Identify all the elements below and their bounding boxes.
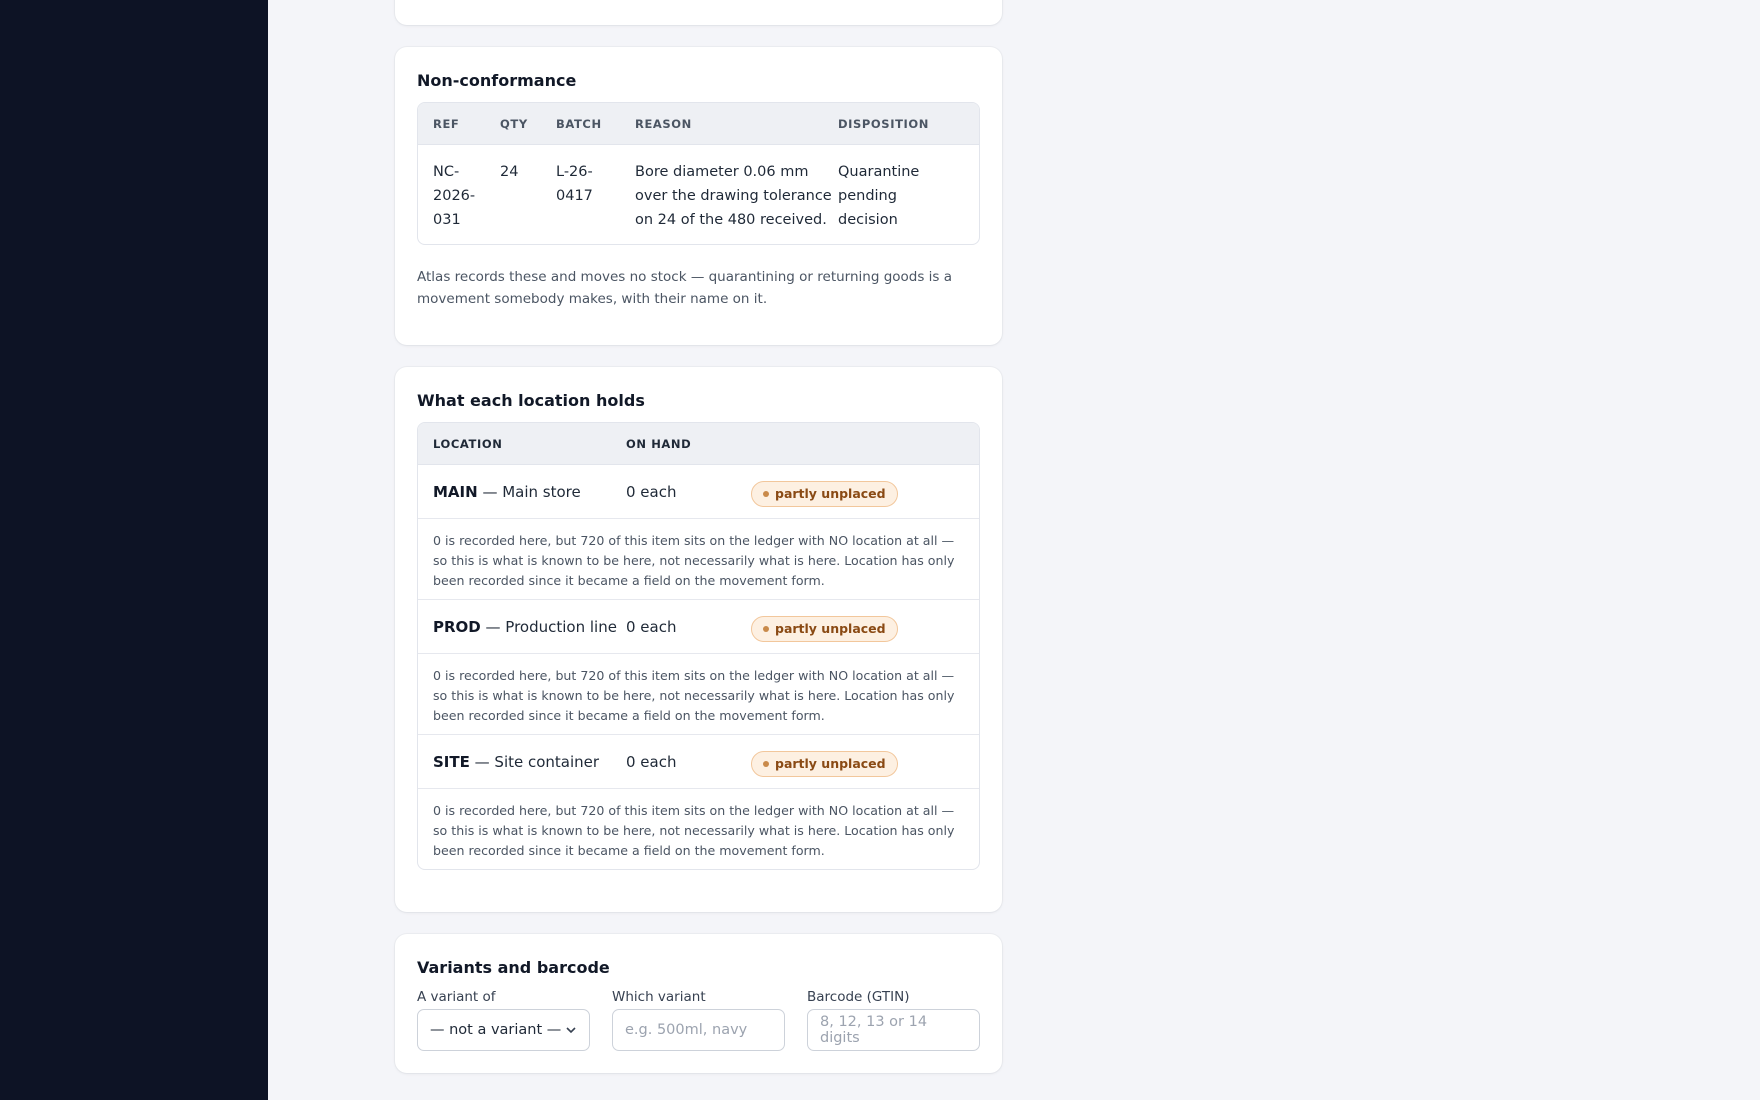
location-name: — Main store bbox=[482, 482, 581, 501]
barcode-label: Barcode (GTIN) bbox=[807, 989, 910, 1005]
location-name: — Site container bbox=[474, 752, 600, 771]
locations-table: LOCATION ON HAND MAIN — Main store 0 eac… bbox=[417, 422, 980, 870]
location-name: — Production line bbox=[485, 617, 617, 636]
locations-title: What each location holds bbox=[417, 391, 645, 410]
location-cell: SITE — Site container bbox=[418, 753, 626, 771]
dot-icon bbox=[763, 490, 769, 497]
column-header-disposition: DISPOSITION bbox=[838, 116, 929, 131]
nonconformance-card: Non-conformance REF QTY BATCH REASON DIS… bbox=[395, 47, 1002, 345]
which-variant-label: Which variant bbox=[612, 989, 706, 1005]
table-row: SITE — Site container 0 each partly unpl… bbox=[418, 735, 979, 789]
location-detail: 0 is recorded here, but 720 of this item… bbox=[418, 519, 979, 600]
locations-card: What each location holds LOCATION ON HAN… bbox=[395, 367, 1002, 912]
nc-qty: 24 bbox=[500, 164, 519, 180]
location-detail: 0 is recorded here, but 720 of this item… bbox=[433, 803, 955, 858]
status-badge-label: partly unplaced bbox=[775, 756, 886, 771]
nonconformance-table: REF QTY BATCH REASON DISPOSITION NC-2026… bbox=[417, 102, 980, 245]
location-code: SITE bbox=[433, 752, 470, 771]
status-badge: partly unplaced bbox=[751, 480, 898, 507]
location-cell: PROD — Production line bbox=[418, 618, 626, 636]
variant-of-field: A variant of — not a variant — bbox=[417, 989, 590, 1051]
main-content: Non-conformance REF QTY BATCH REASON DIS… bbox=[395, 0, 1002, 1095]
location-code: PROD bbox=[433, 617, 481, 636]
on-hand-value: 0 each bbox=[626, 482, 677, 501]
column-header-qty: QTY bbox=[500, 116, 528, 131]
dot-icon bbox=[763, 760, 769, 767]
variant-of-value: — not a variant — bbox=[430, 1022, 562, 1038]
status-badge: partly unplaced bbox=[751, 615, 898, 642]
nonconformance-table-header: REF QTY BATCH REASON DISPOSITION bbox=[418, 103, 979, 145]
nonconformance-note: Atlas records these and moves no stock —… bbox=[417, 269, 953, 307]
variants-form-row: A variant of — not a variant — Which var… bbox=[417, 989, 980, 1051]
variants-card: Variants and barcode A variant of — not … bbox=[395, 934, 1002, 1073]
column-header-on-hand: ON HAND bbox=[626, 436, 692, 451]
variant-of-label: A variant of bbox=[417, 989, 496, 1005]
column-header-reason: REASON bbox=[635, 116, 692, 131]
location-code: MAIN bbox=[433, 482, 478, 501]
location-cell: MAIN — Main store bbox=[418, 483, 626, 501]
nc-ref: NC-2026-031 bbox=[433, 164, 476, 228]
nc-batch: L-26-0417 bbox=[556, 164, 593, 204]
variant-of-select[interactable]: — not a variant — bbox=[417, 1009, 590, 1051]
locations-table-header: LOCATION ON HAND bbox=[418, 423, 979, 465]
status-badge: partly unplaced bbox=[751, 750, 898, 777]
which-variant-input[interactable]: e.g. 500ml, navy bbox=[612, 1009, 785, 1051]
location-detail: 0 is recorded here, but 720 of this item… bbox=[418, 654, 979, 735]
which-variant-field: Which variant e.g. 500ml, navy bbox=[612, 989, 785, 1051]
on-hand-value: 0 each bbox=[626, 617, 677, 636]
table-row: NC-2026-031 24 L-26-0417 Bore diameter 0… bbox=[418, 145, 979, 244]
chevron-down-icon bbox=[566, 1027, 576, 1034]
table-row: MAIN — Main store 0 each partly unplaced bbox=[418, 465, 979, 519]
column-header-batch: BATCH bbox=[556, 116, 602, 131]
barcode-input[interactable]: 8, 12, 13 or 14 digits bbox=[807, 1009, 980, 1051]
on-hand-value: 0 each bbox=[626, 752, 677, 771]
variants-title: Variants and barcode bbox=[417, 958, 610, 977]
sidebar bbox=[0, 0, 268, 1100]
status-badge-label: partly unplaced bbox=[775, 486, 886, 501]
column-header-location: LOCATION bbox=[433, 436, 503, 451]
nc-disposition: Quarantine pending decision bbox=[838, 164, 920, 228]
table-row: PROD — Production line 0 each partly unp… bbox=[418, 600, 979, 654]
status-badge-label: partly unplaced bbox=[775, 621, 886, 636]
previous-card bbox=[395, 0, 1002, 25]
nc-reason: Bore diameter 0.06 mm over the drawing t… bbox=[635, 164, 832, 228]
nonconformance-title: Non-conformance bbox=[417, 71, 577, 90]
column-header-ref: REF bbox=[433, 116, 460, 131]
dot-icon bbox=[763, 625, 769, 632]
barcode-field: Barcode (GTIN) 8, 12, 13 or 14 digits bbox=[807, 989, 980, 1051]
